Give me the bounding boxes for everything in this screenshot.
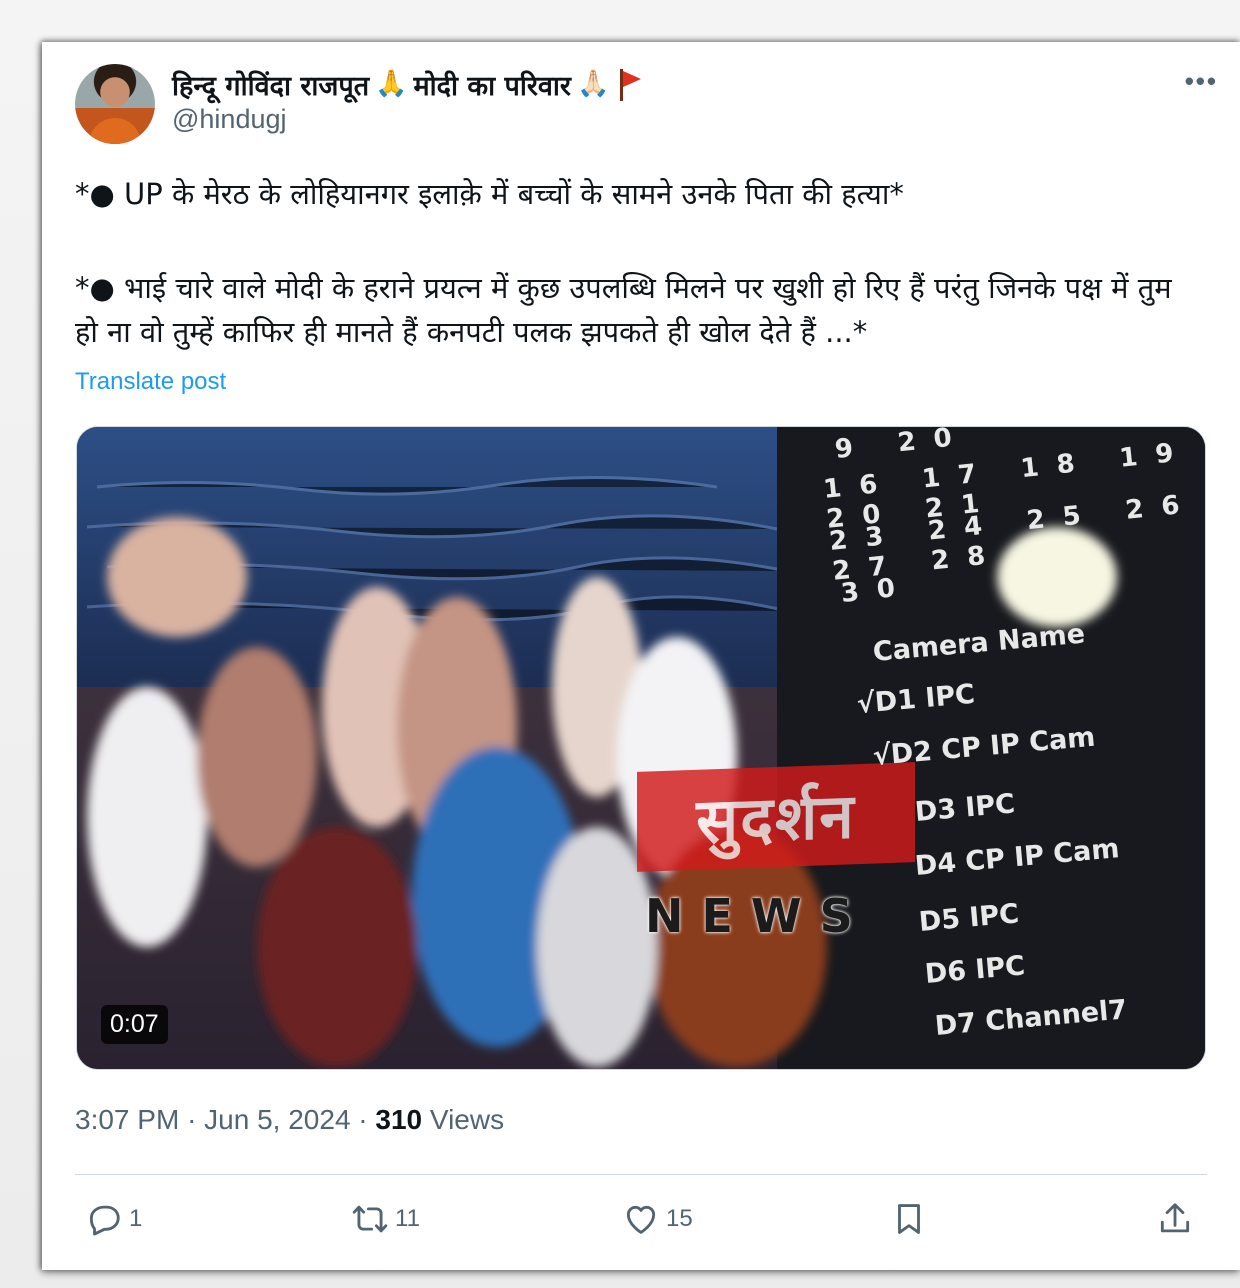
share-button[interactable] (1156, 1200, 1194, 1238)
action-bar: 1 11 15 (42, 1200, 1240, 1250)
views-count: 310 (375, 1104, 423, 1135)
camera-item: D7 Channel7 (933, 994, 1129, 1042)
display-name-tail[interactable]: मोदी का परिवार (414, 66, 571, 103)
like-button[interactable]: 15 (622, 1200, 693, 1238)
video-player[interactable]: सुदर्शन NEWS 9 20 16 17 18 19 20 21 23 2… (76, 426, 1206, 1070)
repost-icon (352, 1205, 388, 1233)
avatar[interactable] (75, 64, 155, 144)
share-icon (1160, 1203, 1190, 1233)
post-meta: 3:07 PM · Jun 5, 2024 · 310 Views (75, 1104, 504, 1136)
reply-count: 1 (129, 1205, 143, 1232)
author-name[interactable]: हिन्दू गोविंदा राजपूत 🙏 मोदी का परिवार 🙏… (172, 64, 642, 104)
more-icon[interactable]: ••• (1185, 66, 1218, 97)
views-label: Views (429, 1104, 505, 1135)
divider (75, 1174, 1207, 1175)
pray-emoji: 🙏 (375, 69, 408, 99)
camera-header: Camera Name (871, 618, 1087, 668)
post-text: *● UP के मेरठ के लोहियानगर इलाक़े में बच… (75, 172, 1195, 354)
reply-icon (89, 1205, 120, 1236)
dvr-overlay: 9 20 16 17 18 19 20 21 23 24 25 26 27 28… (785, 426, 1205, 1069)
like-count: 15 (666, 1205, 693, 1232)
camera-item: D5 IPC (917, 898, 1021, 938)
camera-item: D3 IPC (913, 788, 1017, 828)
repost-count: 11 (395, 1205, 420, 1232)
pray-emoji-light: 🙏🏻 (576, 69, 610, 99)
camera-item: D6 IPC (923, 950, 1027, 990)
video-duration-badge: 0:07 (101, 1005, 168, 1044)
post-line-1: *● UP के मेरठ के लोहियानगर इलाक़े में बच… (75, 177, 904, 211)
post-line-2: *● भाई चारे वाले मोदी के हराने प्रयत्न म… (75, 271, 1172, 349)
calendar-row: 9 20 (833, 426, 972, 465)
bookmark-icon (898, 1204, 920, 1234)
camera-item: D4 CP IP Cam (913, 833, 1121, 882)
display-name[interactable]: हिन्दू गोविंदा राजपूत (172, 66, 369, 103)
camera-item: √D1 IPC (855, 678, 977, 720)
camera-item: √D2 CP IP Cam (871, 721, 1097, 772)
translate-post-link[interactable]: Translate post (75, 368, 226, 396)
post-card[interactable]: हिन्दू गोविंदा राजपूत 🙏 मोदी का परिवार 🙏… (42, 42, 1240, 1270)
meta-separator: · (358, 1104, 368, 1135)
repost-button[interactable]: 11 (351, 1200, 420, 1238)
bookmark-button[interactable] (890, 1200, 928, 1238)
post-time[interactable]: 3:07 PM (75, 1104, 179, 1135)
flag-icon (619, 69, 642, 101)
post-date[interactable]: Jun 5, 2024 (204, 1104, 350, 1135)
calendar-row: 30 (839, 571, 915, 609)
meta-separator: · (187, 1104, 197, 1135)
heart-icon (626, 1205, 656, 1234)
reply-button[interactable]: 1 (85, 1200, 142, 1238)
author-handle[interactable]: @hindugj (172, 104, 287, 135)
